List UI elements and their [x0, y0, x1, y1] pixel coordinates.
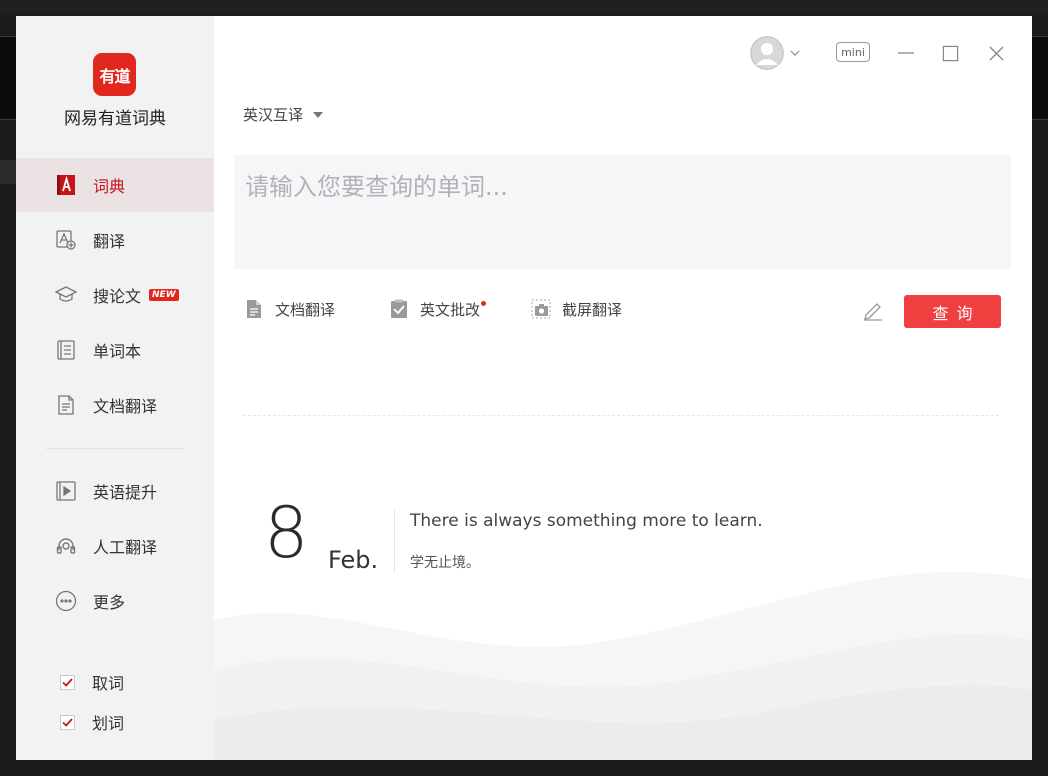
- logo-text: 有道: [99, 66, 130, 86]
- check-capture-word[interactable]: 取词: [60, 670, 124, 694]
- document-icon: [54, 393, 78, 417]
- query-button[interactable]: 查询: [904, 295, 1001, 328]
- desktop-background-fragment: [0, 160, 16, 184]
- check-label: 取词: [92, 674, 125, 693]
- sidebar-item-label: 搜论文: [93, 287, 142, 306]
- maximize-button[interactable]: [938, 36, 962, 70]
- sidebar-item-label: 单词本: [93, 342, 142, 361]
- sidebar-item-english-improve[interactable]: 英语提升: [16, 464, 214, 518]
- notification-dot: [481, 300, 487, 306]
- account-menu-button[interactable]: [788, 36, 802, 70]
- main-panel: mini 英汉互译 文档翻译 英文批改: [214, 16, 1032, 760]
- checkbox[interactable]: [60, 674, 75, 690]
- desktop-top-strip: [0, 0, 1048, 15]
- tool-label: 截屏翻译: [562, 300, 623, 319]
- sidebar-item-dictionary[interactable]: 词典: [16, 158, 214, 212]
- document-icon: [243, 298, 265, 320]
- minimize-icon: [898, 52, 914, 54]
- sidebar-item-label: 词典: [93, 177, 126, 196]
- more-icon: [54, 589, 78, 613]
- sidebar-item-human-translate[interactable]: 人工翻译: [16, 519, 214, 573]
- maximize-icon: [942, 45, 958, 61]
- tool-english-correction[interactable]: 英文批改: [388, 298, 487, 320]
- daily-day: 8: [264, 492, 309, 574]
- sidebar-divider: [46, 448, 184, 449]
- translate-icon: [54, 228, 78, 252]
- sidebar-item-wordbook[interactable]: 单词本: [16, 323, 214, 377]
- close-button[interactable]: [984, 36, 1008, 70]
- daily-separator: [394, 510, 395, 572]
- headset-icon: [54, 534, 78, 558]
- new-badge: NEW: [149, 289, 179, 301]
- screenshot-camera-icon: [530, 298, 552, 320]
- dictionary-icon: [54, 173, 78, 197]
- wordbook-icon: [54, 338, 78, 362]
- close-icon: [988, 45, 1004, 61]
- mini-mode-button[interactable]: mini: [836, 42, 870, 62]
- sidebar-item-label: 人工翻译: [93, 538, 158, 557]
- app-name: 网易有道词典: [64, 109, 166, 129]
- tool-label: 文档翻译: [275, 300, 336, 319]
- language-mode-label: 英汉互译: [243, 106, 304, 124]
- minimize-button[interactable]: [894, 36, 918, 70]
- app-window: 有道 网易有道词典 词典 翻译 搜论文 NEW 单词本 文档翻译 英语提升 人工…: [16, 16, 1032, 760]
- section-divider: [243, 415, 999, 416]
- user-avatar[interactable]: [750, 36, 784, 70]
- sidebar-item-translate[interactable]: 翻译: [16, 213, 214, 267]
- checkmark-icon: [62, 677, 73, 687]
- tool-label: 英文批改: [420, 300, 481, 319]
- search-input[interactable]: [234, 155, 1011, 269]
- daily-quote-chinese: 学无止境。: [410, 555, 480, 571]
- app-logo: 有道: [93, 53, 136, 96]
- tool-doc-translate[interactable]: 文档翻译: [243, 298, 335, 320]
- sidebar-item-doc-translate[interactable]: 文档翻译: [16, 378, 214, 432]
- chevron-down-icon: [790, 50, 800, 56]
- sidebar-item-search-papers[interactable]: 搜论文 NEW: [16, 268, 214, 322]
- user-avatar-icon: [750, 36, 784, 70]
- sidebar: 有道 网易有道词典 词典 翻译 搜论文 NEW 单词本 文档翻译 英语提升 人工…: [16, 16, 214, 760]
- tool-screenshot-translate[interactable]: 截屏翻译: [530, 298, 622, 320]
- caret-down-icon: [313, 111, 324, 118]
- daily-quote-english: There is always something more to learn.: [410, 511, 763, 531]
- background-wave: [214, 571, 1032, 760]
- pen-icon: [864, 303, 882, 321]
- checkmark-icon: [62, 717, 73, 727]
- tool-label-wrap: 英文批改: [420, 299, 487, 320]
- sidebar-item-label: 英语提升: [93, 483, 158, 502]
- sidebar-item-label: 文档翻译: [93, 397, 158, 416]
- sidebar-item-label: 更多: [93, 593, 126, 612]
- language-mode-dropdown[interactable]: 英汉互译: [243, 104, 324, 125]
- graduation-cap-icon: [54, 283, 78, 307]
- check-list-icon: [388, 298, 410, 320]
- handwriting-button[interactable]: [861, 298, 885, 322]
- checkbox[interactable]: [60, 714, 75, 730]
- sidebar-item-label: 翻译: [93, 232, 126, 251]
- daily-month: Feb.: [328, 546, 379, 574]
- sidebar-item-more[interactable]: 更多: [16, 574, 214, 628]
- video-play-icon: [54, 479, 78, 503]
- check-select-word[interactable]: 划词: [60, 710, 124, 734]
- check-label: 划词: [92, 714, 125, 733]
